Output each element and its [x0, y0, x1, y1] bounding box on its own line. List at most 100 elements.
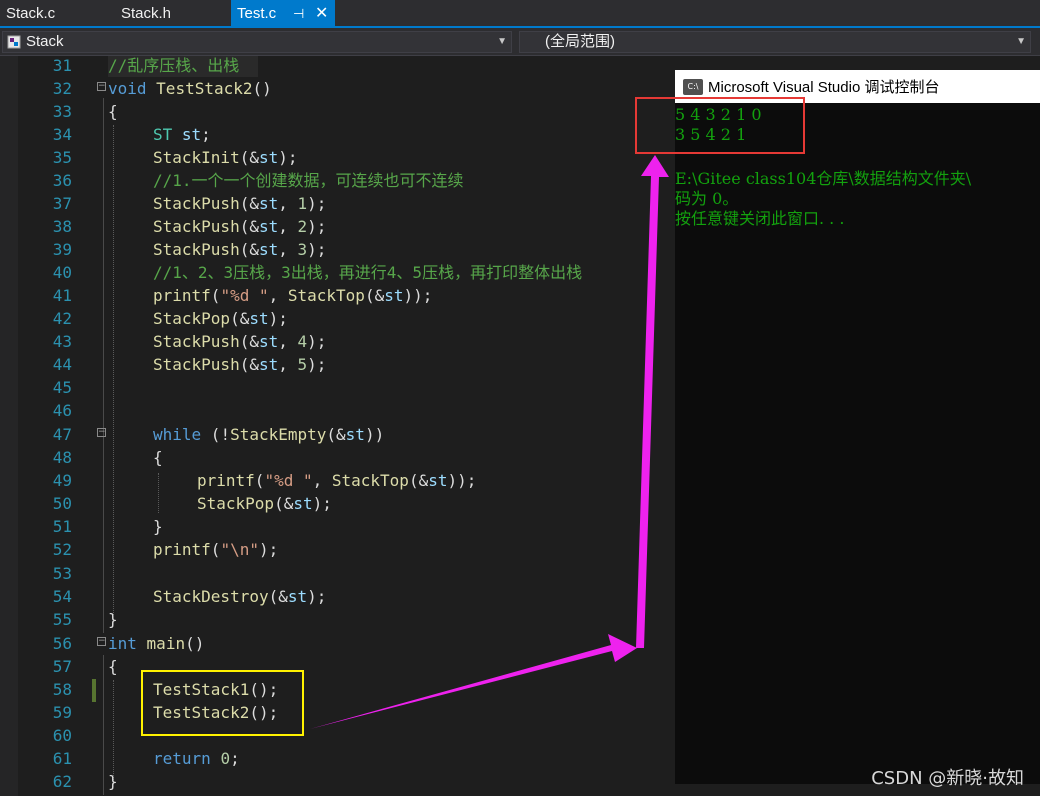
code-line: 56 − int main(): [0, 632, 680, 655]
code-line: 48 {: [0, 446, 680, 469]
code-line: 39 StackPush(&st, 3);: [0, 238, 680, 261]
fold-toggle-icon[interactable]: −: [97, 637, 106, 646]
line-number: 57: [52, 657, 72, 676]
fold-toggle-icon[interactable]: −: [97, 428, 106, 437]
close-icon[interactable]: ✕: [315, 0, 328, 28]
line-number: 31: [52, 56, 72, 75]
console-output-line: 按任意键关闭此窗口. . .: [675, 209, 845, 228]
document-tab-bar: Stack.c Stack.h Test.c ⊣ ✕: [0, 0, 1040, 28]
line-code: StackDestroy(&st);: [153, 587, 327, 606]
line-code: {: [153, 448, 163, 467]
chevron-down-icon: ▼: [1016, 36, 1026, 47]
code-line: 36 //1.一个一个创建数据，可连续也可不连续: [0, 169, 680, 192]
code-line: 57 {: [0, 655, 680, 678]
line-code: void TestStack2(): [108, 79, 272, 98]
member-scope-dropdown[interactable]: (全局范围) ▼: [519, 31, 1031, 53]
line-number: 40: [52, 263, 72, 282]
line-number: 43: [52, 332, 72, 351]
code-line: 61 return 0;: [0, 747, 680, 770]
line-number: 36: [52, 171, 72, 190]
tab-stack-c[interactable]: Stack.c: [0, 0, 110, 28]
line-number: 55: [52, 610, 72, 629]
line-code: }: [108, 772, 118, 791]
line-code: //1.一个一个创建数据，可连续也可不连续: [153, 171, 464, 190]
line-number: 53: [52, 564, 72, 583]
code-line: 40 //1、2、3压栈，3出栈，再进行4、5压栈，再打印整体出栈: [0, 261, 680, 284]
line-number: 49: [52, 471, 72, 490]
line-number: 52: [52, 540, 72, 559]
fold-toggle-icon[interactable]: −: [97, 82, 106, 91]
line-code: StackPush(&st, 1);: [153, 194, 327, 213]
line-code: StackPush(&st, 3);: [153, 240, 327, 259]
line-code: {: [108, 657, 118, 676]
line-code: printf("%d ", StackTop(&st));: [197, 471, 477, 490]
line-code: printf("%d ", StackTop(&st));: [153, 286, 433, 305]
code-line: 34 ST st;: [0, 123, 680, 146]
tab-test-c[interactable]: Test.c ⊣ ✕: [231, 0, 335, 28]
project-icon: [7, 35, 21, 49]
line-number: 33: [52, 102, 72, 121]
line-number: 62: [52, 772, 72, 791]
line-code: ST st;: [153, 125, 211, 144]
line-number: 58: [52, 680, 72, 699]
code-line: 51}: [0, 515, 680, 538]
console-app-icon: C:\: [683, 79, 703, 95]
tab-stack-h[interactable]: Stack.h: [115, 0, 225, 28]
code-line: 55}: [0, 608, 680, 631]
debug-console-window[interactable]: C:\ Microsoft Visual Studio 调试控制台 5 4 3 …: [675, 70, 1040, 784]
line-number: 45: [52, 378, 72, 397]
line-number: 47: [52, 425, 72, 444]
code-line: 62}: [0, 770, 680, 793]
code-line: 43 StackPush(&st, 4);: [0, 330, 680, 353]
line-code: StackPush(&st, 5);: [153, 355, 327, 374]
line-number: 38: [52, 217, 72, 236]
code-line: 49 printf("%d ", StackTop(&st));: [0, 469, 680, 492]
line-number: 60: [52, 726, 72, 745]
line-code: //乱序压栈、出栈: [108, 56, 240, 75]
line-number: 32: [52, 79, 72, 98]
line-code: StackPop(&st);: [153, 309, 288, 328]
line-number: 35: [52, 148, 72, 167]
line-code: StackInit(&st);: [153, 148, 298, 167]
line-code: while (!StackEmpty(&st)): [153, 425, 385, 444]
line-code: printf("\n");: [153, 540, 279, 559]
function-calls-highlight-box: [141, 670, 304, 736]
code-line: 32 − void TestStack2(): [0, 77, 680, 100]
code-line: 35 StackInit(&st);: [0, 146, 680, 169]
line-code: //1、2、3压栈，3出栈，再进行4、5压栈，再打印整体出栈: [153, 263, 583, 282]
line-number: 54: [52, 587, 72, 606]
code-line: 37 StackPush(&st, 1);: [0, 192, 680, 215]
code-line: 47 − while (!StackEmpty(&st)): [0, 423, 680, 446]
line-code: StackPop(&st);: [197, 494, 332, 513]
console-title: Microsoft Visual Studio 调试控制台: [708, 79, 940, 96]
line-number: 37: [52, 194, 72, 213]
code-line: 54 StackDestroy(&st);: [0, 585, 680, 608]
scope-combo-value: Stack: [26, 33, 64, 50]
chevron-down-icon: ▼: [497, 36, 507, 47]
code-line: 58 TestStack1();: [0, 678, 680, 701]
code-line: 31 //乱序压栈、出栈: [0, 54, 680, 77]
line-code: {: [108, 102, 118, 121]
navigation-bar: Stack ▼ (全局范围) ▼: [0, 28, 1040, 56]
tab-label: Test.c: [237, 5, 277, 22]
line-code: StackPush(&st, 4);: [153, 332, 327, 351]
line-code: }: [153, 517, 163, 536]
pin-icon[interactable]: ⊣: [293, 0, 304, 28]
output-highlight-box: [635, 97, 805, 154]
code-line: 52 printf("\n");: [0, 538, 680, 561]
code-line: 45: [0, 376, 680, 399]
line-number: 50: [52, 494, 72, 513]
line-number: 59: [52, 703, 72, 722]
project-scope-dropdown[interactable]: Stack ▼: [2, 31, 512, 53]
line-number: 41: [52, 286, 72, 305]
code-line: 60: [0, 724, 680, 747]
line-number: 48: [52, 448, 72, 467]
line-number: 44: [52, 355, 72, 374]
line-number: 42: [52, 309, 72, 328]
tab-label: Stack.h: [121, 5, 172, 22]
line-number: 34: [52, 125, 72, 144]
line-code: int main(): [108, 634, 205, 653]
line-number: 61: [52, 749, 72, 768]
code-line: 33 {: [0, 100, 680, 123]
line-number: 51: [52, 517, 72, 536]
